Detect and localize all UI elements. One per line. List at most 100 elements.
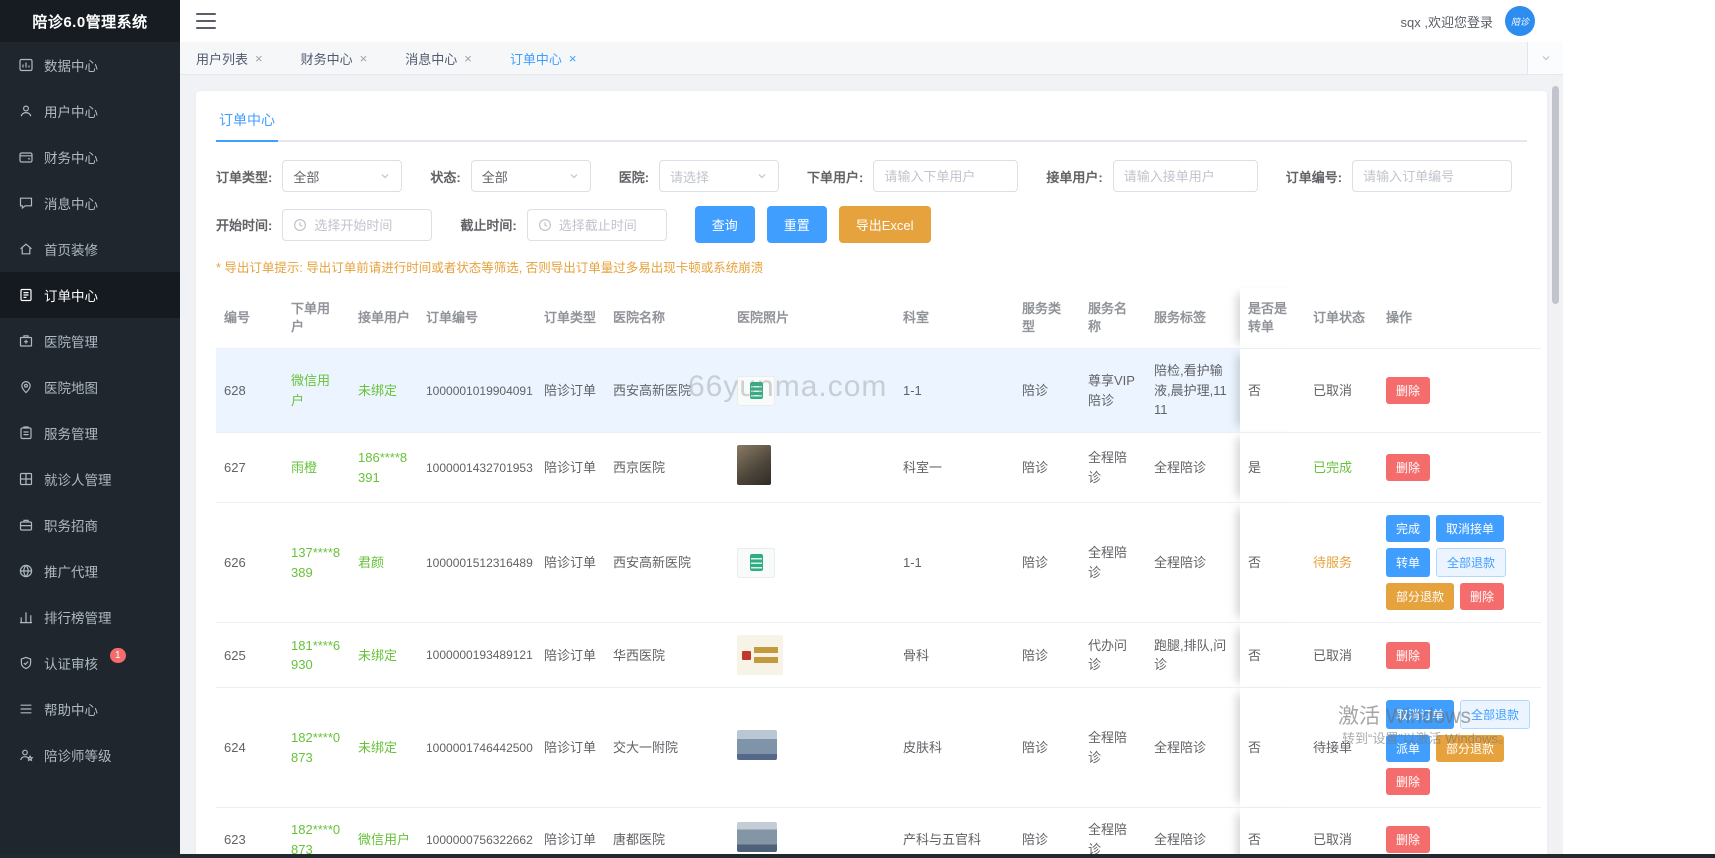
col-actions: 操作 <box>1378 288 1541 350</box>
sidebar-item-escort-level[interactable]: 陪诊师等级 <box>0 732 180 778</box>
cell-hospital-name: 交大一附院 <box>605 687 729 809</box>
accept-user-input[interactable] <box>1112 160 1258 192</box>
hospital-photo[interactable] <box>737 635 783 676</box>
sidebar-item-finance-center[interactable]: 财务中心 <box>0 134 180 180</box>
hamburger-menu-icon[interactable] <box>196 13 216 29</box>
cell-is-transfer: 否 <box>1240 807 1305 858</box>
scrollbar-thumb[interactable] <box>1552 86 1559 304</box>
action-button[interactable]: 转单 <box>1386 548 1431 578</box>
hospital-photo[interactable] <box>737 822 777 853</box>
cell-order-no: 1000001432701953 <box>418 432 536 504</box>
sidebar-menu: 数据中心用户中心 财务中心 消息中心首页装修订单中心 医院管理 医院地图 服务管理 就诊人管… <box>0 42 180 778</box>
action-button[interactable]: 删除 <box>1386 641 1431 669</box>
order-type-select[interactable]: 全部 <box>282 160 403 192</box>
close-icon[interactable]: × <box>569 51 577 66</box>
sidebar-item-hospital-management[interactable]: 医院管理 <box>0 318 180 364</box>
status-label: 状态: <box>430 169 461 185</box>
action-button[interactable]: 删除 <box>1386 826 1431 854</box>
action-button[interactable]: 部分退款 <box>1386 583 1455 611</box>
table-row: 628 微信用户 未绑定 1000001019904091 陪诊订单 西安高新医院 1-1 陪… <box>216 348 1541 433</box>
order-type-value: 全部 <box>293 169 320 185</box>
sidebar-item-home-decoration[interactable]: 首页装修 <box>0 226 180 272</box>
cell-order-no: 1000000193489121 <box>418 622 536 689</box>
col-order-id: 编号 <box>216 288 283 350</box>
wallet-icon <box>19 152 33 163</box>
order-user-input[interactable] <box>873 160 1019 192</box>
chevron-down-icon <box>758 174 766 179</box>
tab-finance-center[interactable]: 财务中心 × <box>301 49 368 68</box>
sidebar-item-ranking-management[interactable]: 排行榜管理 <box>0 594 180 640</box>
sidebar-item-order-center[interactable]: 订单中心 <box>0 272 180 318</box>
end-time-placeholder: 选择截止时间 <box>558 218 637 233</box>
cell-order-status: 已取消 <box>1305 348 1378 433</box>
end-time-input[interactable]: 选择截止时间 <box>526 208 667 241</box>
action-button[interactable]: 删除 <box>1386 768 1431 796</box>
scrollbar[interactable] <box>1552 78 1559 854</box>
sidebar-item-hospital-map[interactable]: 医院地图 <box>0 364 180 410</box>
chevron-down-icon[interactable] <box>1527 42 1563 74</box>
table-row: 627 雨橙 186****8391 1000001432701953 陪诊订单 西京医院… <box>216 432 1541 504</box>
export-excel-button[interactable]: 导出Excel <box>838 206 931 243</box>
table-row: 625 181****6930 未绑定 1000000193489121 陪诊订单 华西医… <box>216 622 1541 689</box>
hospital-photo[interactable] <box>737 730 777 761</box>
status-select[interactable]: 全部 <box>470 160 591 192</box>
sidebar-item-message-center[interactable]: 消息中心 <box>0 180 180 226</box>
tab-user-list[interactable]: 用户列表 × <box>196 49 263 68</box>
action-button[interactable]: 删除 <box>1386 377 1431 405</box>
welcome-text: sqx ,欢迎您登录 <box>1400 14 1493 30</box>
action-buttons: 删除 <box>1386 454 1533 482</box>
hospital-photo[interactable] <box>737 547 775 578</box>
person-star-icon <box>20 749 34 762</box>
cell-service-type: 陪诊 <box>1014 622 1080 689</box>
sidebar-item-label: 数据中心 <box>44 59 98 74</box>
order-no-input[interactable] <box>1352 160 1513 192</box>
tab-order-center[interactable]: 订单中心 × <box>510 49 577 68</box>
tab-order-center[interactable]: 订单中心 <box>216 106 278 142</box>
action-button[interactable]: 取消接单 <box>1436 515 1505 543</box>
action-button[interactable]: 删除 <box>1386 454 1431 482</box>
action-button[interactable]: 完成 <box>1386 515 1431 543</box>
cell-service-name: 尊享VIP陪诊 <box>1080 348 1146 433</box>
cell-order-type: 陪诊订单 <box>536 622 605 689</box>
sidebar-item-label: 首页装修 <box>44 243 98 258</box>
cell-hospital-photo <box>729 622 895 689</box>
sidebar-item-certification-review[interactable]: 认证审核 1 <box>0 640 180 686</box>
avatar[interactable]: 陪诊 <box>1505 6 1535 36</box>
search-button[interactable]: 查询 <box>694 206 755 243</box>
filter-row-1: 订单类型: 全部 状态: 全部 医院: 请选择 下单用户: 请输入下单用户 接单… <box>216 160 1527 192</box>
sidebar-item-promotion-agent[interactable]: 推广代理 <box>0 548 180 594</box>
sidebar-item-service-management[interactable]: 服务管理 <box>0 410 180 456</box>
close-icon[interactable]: × <box>360 51 368 66</box>
hospital-photo[interactable] <box>737 375 775 406</box>
sidebar-item-patient-management[interactable]: 就诊人管理 <box>0 456 180 502</box>
cell-accept-user: 君颜 <box>350 502 418 624</box>
hospital-select[interactable]: 请选择 <box>659 160 780 192</box>
action-button[interactable]: 删除 <box>1460 583 1505 611</box>
cell-is-transfer: 否 <box>1240 622 1305 689</box>
cell-order-no: 1000001019904091 <box>418 348 536 433</box>
cell-order-status: 已完成 <box>1305 432 1378 504</box>
close-icon[interactable]: × <box>464 51 472 66</box>
close-icon[interactable]: × <box>255 51 263 66</box>
sidebar-item-user-center[interactable]: 用户中心 <box>0 88 180 134</box>
sidebar-item-job-recruitment[interactable]: 职务招商 <box>0 502 180 548</box>
cell-order-status: 已取消 <box>1305 807 1378 858</box>
message-icon <box>19 197 33 210</box>
cell-service-name: 全程陪诊 <box>1080 432 1146 504</box>
sidebar-item-data-center[interactable]: 数据中心 <box>0 42 180 88</box>
clock-icon <box>538 218 551 231</box>
order-user-name: 182****0873 <box>291 822 341 857</box>
reset-button[interactable]: 重置 <box>766 206 827 243</box>
hospital-photo[interactable] <box>737 444 771 485</box>
sidebar-item-label: 认证审核 <box>44 657 98 672</box>
tab-message-center[interactable]: 消息中心 × <box>405 49 472 68</box>
sidebar-item-label: 职务招商 <box>44 519 98 534</box>
globe-icon <box>19 564 33 578</box>
table-row: 623 182****0873 微信用户 1000000756322662 陪诊订单 唐都… <box>216 807 1541 858</box>
cell-hospital-name: 西安高新医院 <box>605 348 729 433</box>
cell-order-type: 陪诊订单 <box>536 348 605 433</box>
action-button[interactable]: 全部退款 <box>1436 548 1507 578</box>
sidebar-item-help-center[interactable]: 帮助中心 <box>0 686 180 732</box>
start-time-input[interactable]: 选择开始时间 <box>282 208 433 241</box>
cell-hospital-photo <box>729 502 895 624</box>
